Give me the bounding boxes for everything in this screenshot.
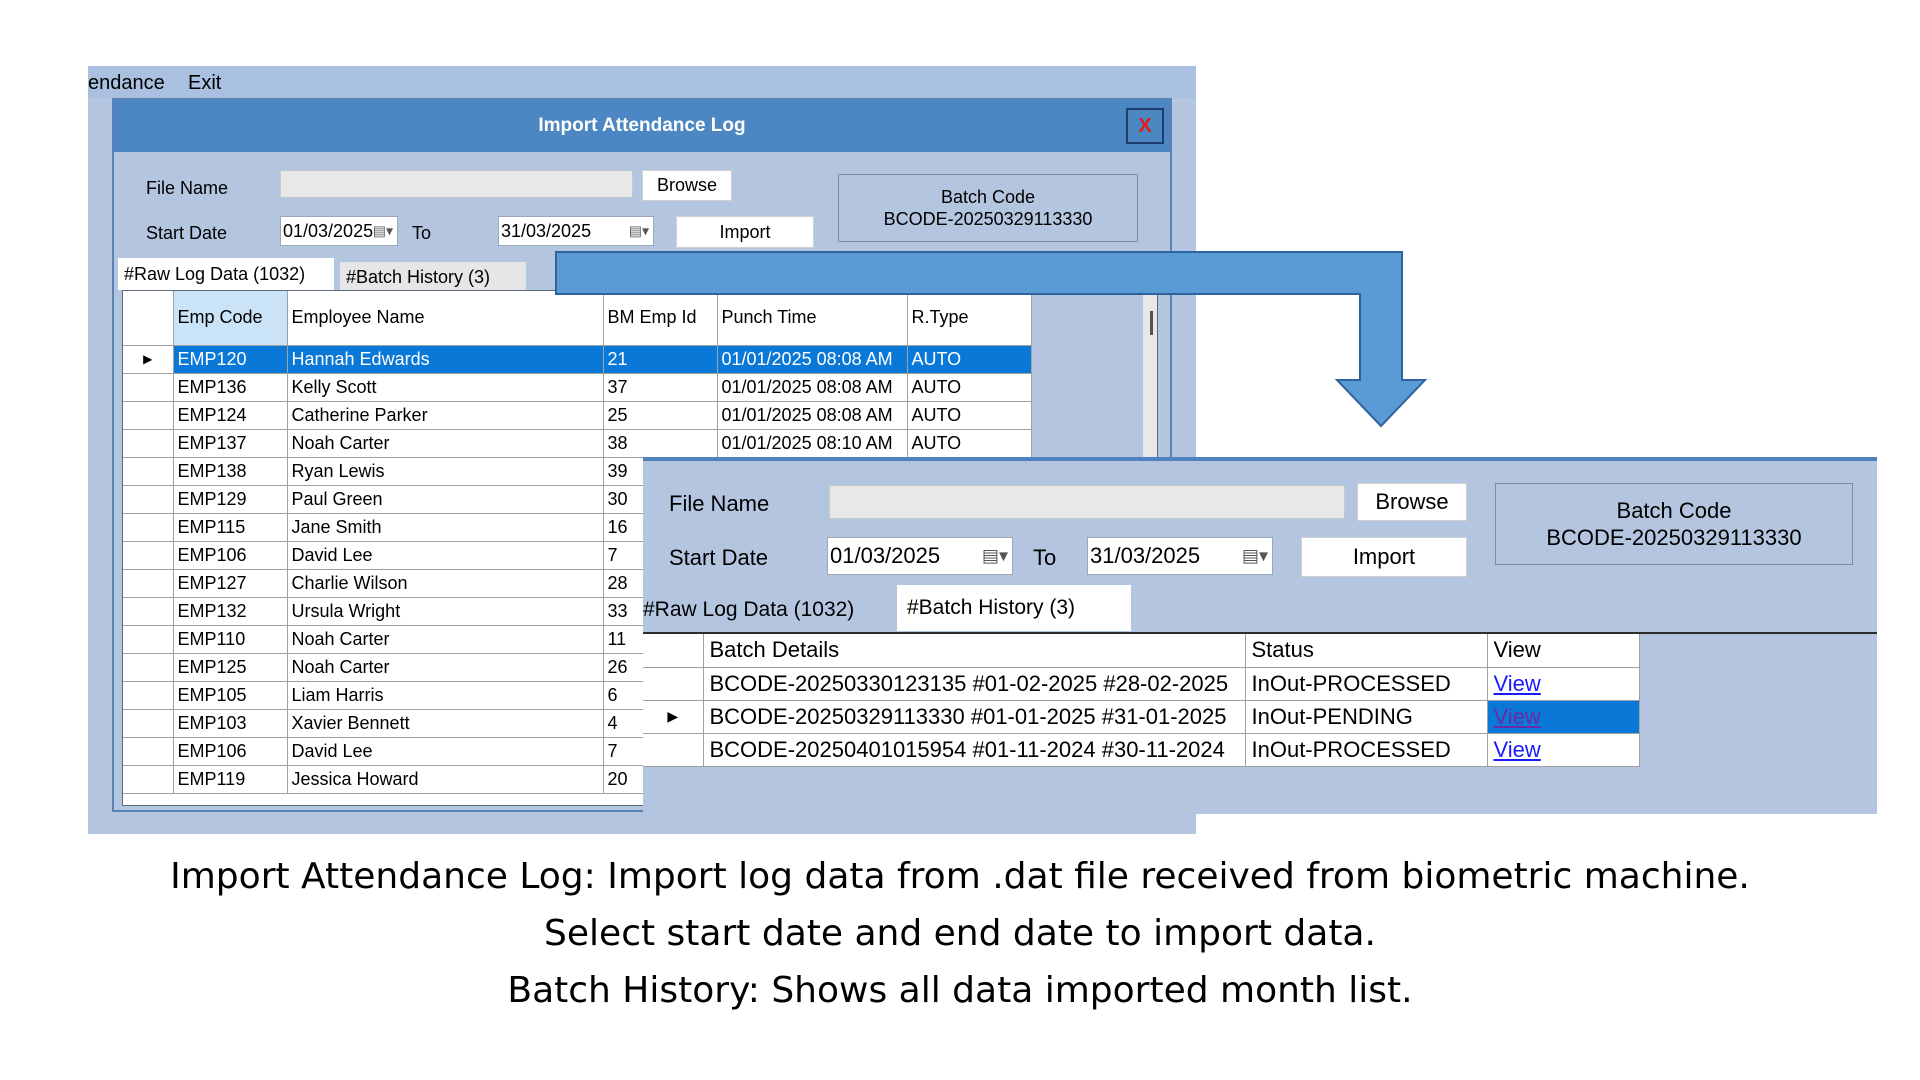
import-button[interactable]: Import — [1301, 537, 1467, 577]
start-date-picker[interactable]: 01/03/2025 ▤▾ — [827, 537, 1013, 575]
caption-line: Batch History: Shows all data imported m… — [507, 970, 1413, 1011]
status-cell: InOut-PROCESSED — [1245, 667, 1488, 701]
view-cell: View — [1487, 700, 1640, 734]
column-header[interactable]: Status — [1245, 634, 1488, 668]
batch-details-cell: BCODE-20250330123135 #01-02-2025 #28-02-… — [703, 667, 1246, 701]
table-row[interactable]: BCODE-20250330123135 #01-02-2025 #28-02-… — [643, 667, 1640, 701]
table-row[interactable]: ▶ BCODE-20250329113330 #01-01-2025 #31-01… — [643, 700, 1640, 734]
calendar-dropdown-icon[interactable]: ▤▾ — [1242, 546, 1268, 567]
batch-details-cell: BCODE-20250401015954 #01-11-2024 #30-11-… — [703, 733, 1246, 767]
view-link[interactable]: View — [1494, 671, 1541, 696]
row-selector[interactable] — [643, 733, 704, 767]
start-date-label: Start Date — [669, 545, 769, 570]
calendar-dropdown-icon[interactable]: ▤▾ — [982, 546, 1008, 567]
to-label: To — [1033, 545, 1057, 570]
batch-code-box: Batch Code BCODE-20250329113330 — [1495, 483, 1853, 565]
end-date-picker[interactable]: 31/03/2025 ▤▾ — [1087, 537, 1273, 575]
table-row[interactable]: BCODE-20250401015954 #01-11-2024 #30-11-… — [643, 733, 1640, 767]
file-name-input[interactable] — [829, 485, 1345, 519]
caption-line: Import Attendance Log: Import log data f… — [170, 856, 1750, 897]
batch-history-grid: Batch Details Status View BCODE-20250330… — [643, 632, 1877, 814]
tab-batch-history[interactable]: #Batch History (3) — [897, 585, 1131, 631]
view-cell: View — [1487, 667, 1640, 701]
batch-details-cell: BCODE-20250329113330 #01-01-2025 #31-01-… — [703, 700, 1246, 734]
table-header-row: Batch Details Status View — [643, 634, 1640, 668]
column-header[interactable]: Batch Details — [703, 634, 1246, 668]
view-cell: View — [1487, 733, 1640, 767]
view-link[interactable]: View — [1494, 704, 1541, 729]
batch-history-zoom-panel: File Name Browse Start Date 01/03/2025 ▤… — [643, 457, 1877, 814]
batch-code-value: BCODE-20250329113330 — [1546, 525, 1802, 550]
caption-line: Select start date and end date to import… — [544, 913, 1376, 954]
status-cell: InOut-PENDING — [1245, 700, 1488, 734]
view-link[interactable]: View — [1494, 737, 1541, 762]
batch-history-table: Batch Details Status View BCODE-20250330… — [643, 634, 1640, 767]
row-selector[interactable]: ▶ — [643, 700, 704, 734]
browse-button[interactable]: Browse — [1357, 483, 1467, 521]
status-cell: InOut-PROCESSED — [1245, 733, 1488, 767]
row-selector[interactable] — [643, 667, 704, 701]
batch-code-label: Batch Code — [1616, 497, 1732, 523]
column-header[interactable]: View — [1487, 634, 1640, 668]
caption: Import Attendance Log: Import log data f… — [0, 848, 1920, 1019]
file-name-label: File Name — [669, 491, 770, 516]
tab-raw-log-data[interactable]: #Raw Log Data (1032) — [643, 589, 893, 631]
